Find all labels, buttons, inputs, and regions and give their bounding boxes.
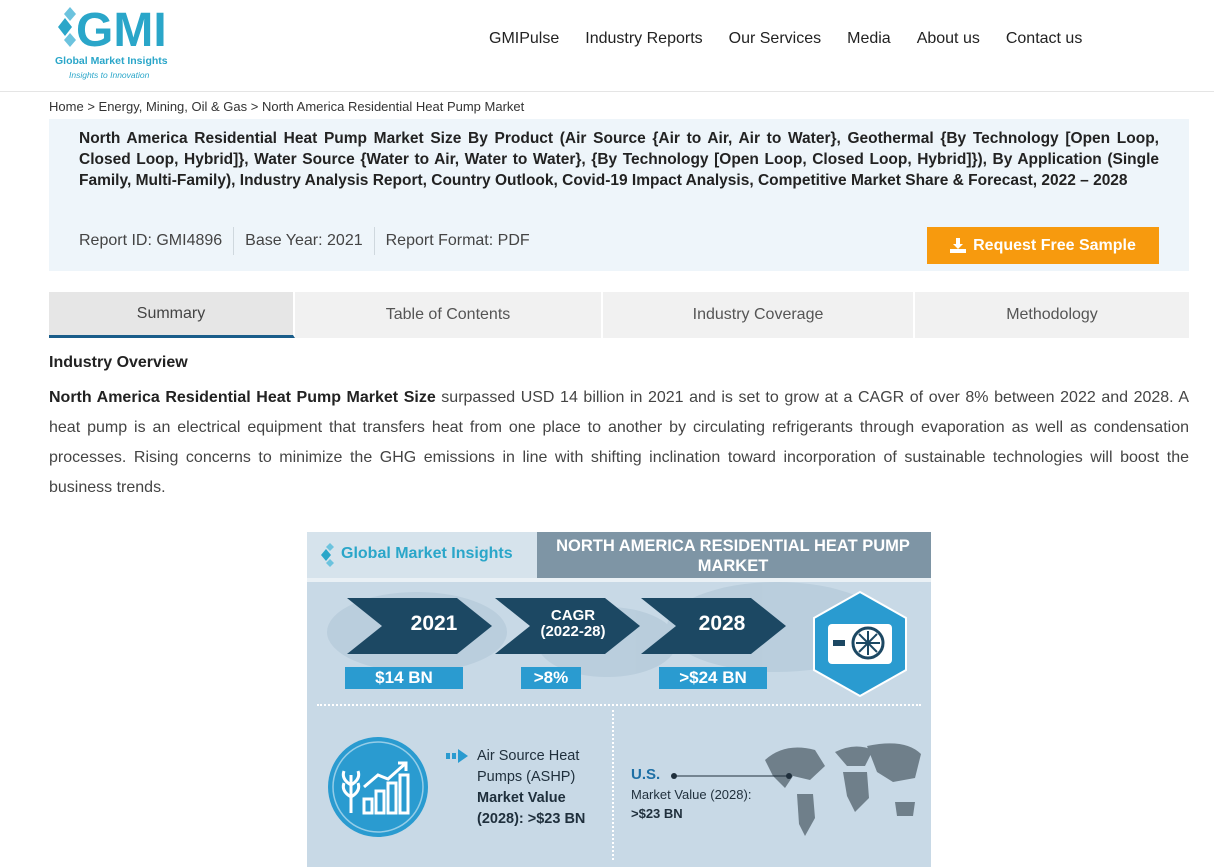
breadcrumb-home[interactable]: Home — [49, 99, 84, 114]
tab-industry-coverage[interactable]: Industry Coverage — [603, 292, 915, 338]
ashp-line-2: Pumps (ASHP) — [477, 769, 576, 785]
base-year: Base Year: 2021 — [245, 232, 363, 249]
breadcrumb-separator: > — [87, 99, 95, 114]
site-header: GMI Global Market Insights Insights to I… — [0, 0, 1214, 92]
value-cagr: >8% — [521, 667, 581, 689]
value-2028: >$24 BN — [659, 667, 767, 689]
stat-cagr-label: CAGR — [550, 607, 596, 624]
tab-methodology[interactable]: Methodology — [915, 292, 1189, 338]
meta-divider — [373, 227, 375, 255]
nav-gmipulse[interactable]: GMIPulse — [489, 30, 559, 48]
industry-overview-text: North America Residential Heat Pump Mark… — [49, 383, 1189, 503]
request-free-sample-label: Request Free Sample — [973, 236, 1136, 254]
breadcrumb-separator: > — [250, 99, 259, 114]
main-nav: GMIPulse Industry Reports Our Services M… — [489, 30, 1108, 48]
breadcrumb: Home > Energy, Mining, Oil & Gas > North… — [49, 99, 524, 114]
stat-cagr-period: (2022-28) — [540, 623, 606, 640]
ashp-line-4: (2028): >$23 BN — [477, 811, 586, 827]
nav-about-us[interactable]: About us — [917, 30, 980, 48]
report-id: Report ID: GMI4896 — [79, 232, 223, 249]
market-size-lead: North America Residential Heat Pump Mark… — [49, 389, 436, 406]
us-pointer-line — [671, 773, 792, 779]
request-free-sample-button[interactable]: Request Free Sample — [927, 227, 1159, 264]
breadcrumb-category[interactable]: Energy, Mining, Oil & Gas — [99, 99, 248, 114]
tab-table-of-contents[interactable]: Table of Contents — [295, 292, 603, 338]
logo-tagline: Insights to Innovation — [69, 70, 150, 80]
tab-summary[interactable]: Summary — [49, 292, 295, 338]
meta-divider — [233, 227, 235, 255]
gmi-diamond-icon — [321, 543, 334, 567]
stat-year-2021: 2021 — [410, 612, 458, 635]
gmi-logo[interactable]: GMI Global Market Insights Insights to I… — [52, 2, 174, 82]
nav-media[interactable]: Media — [847, 30, 891, 48]
stat-year-2028: 2028 — [698, 612, 746, 635]
gmi-logo-mark: GMI — [58, 4, 167, 52]
download-icon — [950, 238, 967, 253]
breadcrumb-current: North America Residential Heat Pump Mark… — [261, 99, 525, 114]
infographic-divider — [317, 704, 921, 706]
growth-chart-icon — [328, 737, 428, 837]
infographic-logo-text: Global Market Insights — [341, 545, 513, 562]
report-meta: Report ID: GMI4896 Base Year: 2021 Repor… — [79, 227, 530, 255]
report-tabs: Summary Table of Contents Industry Cover… — [49, 292, 1189, 338]
us-label: U.S. — [631, 766, 661, 783]
stat-chevrons — [347, 590, 907, 698]
heat-pump-badge — [813, 590, 907, 698]
logo-mark-text: GMI — [76, 4, 167, 52]
nav-contact-us[interactable]: Contact us — [1006, 30, 1082, 48]
ashp-stat: Air Source Heat Pumps (ASHP) Market Valu… — [477, 746, 585, 830]
market-infographic: Global Market Insights NORTH AMERICA RES… — [307, 532, 931, 867]
ashp-line-1: Air Source Heat — [477, 748, 580, 764]
us-line-2: >$23 BN — [631, 806, 683, 821]
world-map — [765, 743, 921, 836]
nav-our-services[interactable]: Our Services — [729, 30, 821, 48]
infographic-vertical-divider — [612, 710, 614, 860]
stat-cagr: CAGR (2022-28) — [533, 608, 613, 640]
us-line-1: Market Value (2028): — [631, 787, 752, 802]
arrow-right-icon — [446, 749, 468, 763]
infographic-logo-box: Global Market Insights — [307, 532, 537, 578]
ashp-line-3: Market Value — [477, 790, 566, 806]
us-stat: Market Value (2028): >$23 BN — [631, 785, 751, 823]
infographic-stripe — [307, 578, 931, 582]
industry-overview-heading: Industry Overview — [49, 354, 188, 371]
nav-industry-reports[interactable]: Industry Reports — [585, 30, 702, 48]
report-format: Report Format: PDF — [385, 232, 530, 249]
value-2021: $14 BN — [345, 667, 463, 689]
report-header: North America Residential Heat Pump Mark… — [49, 119, 1189, 271]
report-title: North America Residential Heat Pump Mark… — [79, 130, 1159, 189]
infographic-title: NORTH AMERICA RESIDENTIAL HEAT PUMP MARK… — [556, 537, 910, 575]
logo-name: Global Market Insights — [55, 55, 168, 67]
